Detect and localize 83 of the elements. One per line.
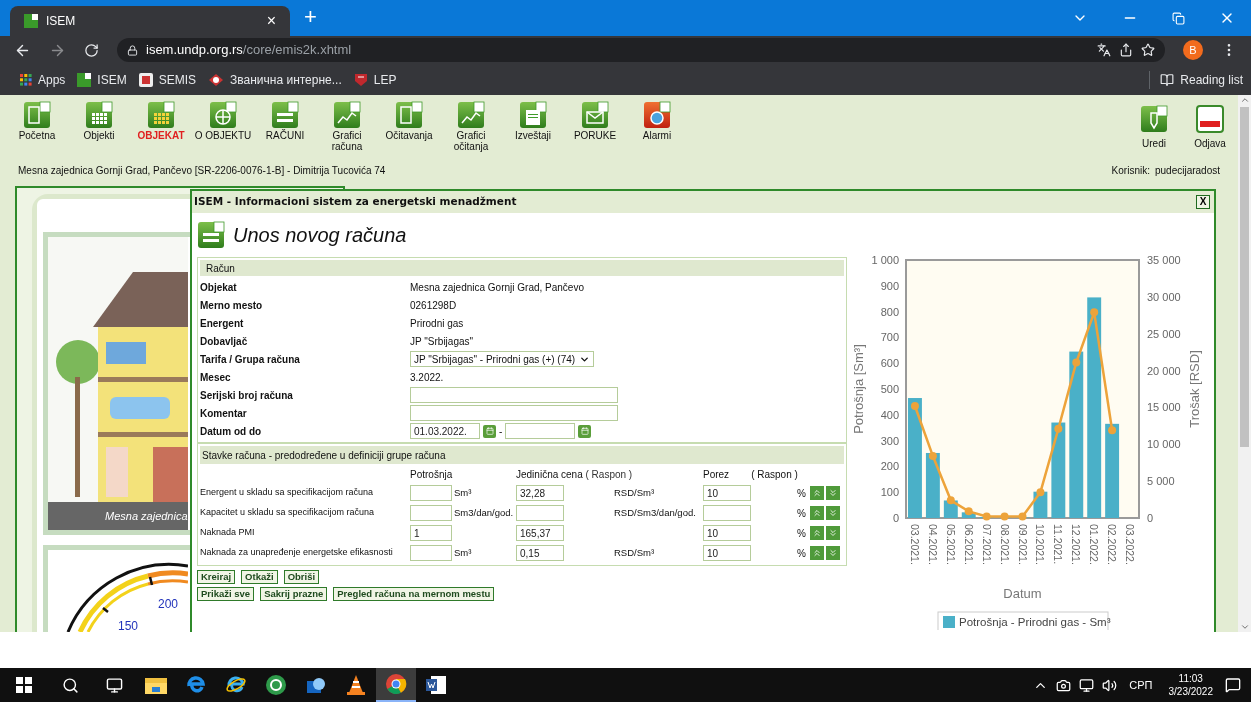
y-tick-label: 600 xyxy=(880,357,899,370)
section-title: Račun xyxy=(206,261,235,276)
page-heading: Unos novog računa xyxy=(233,223,407,248)
unit-label: Sm³ xyxy=(454,545,472,560)
y-tick-label: 0 xyxy=(1147,512,1154,524)
location-text: Mesna zajednica Gornji Grad, Pančevo [SR-2206-0076-1-B] - Dimitrija Tucovića 74 xyxy=(18,163,386,178)
y-tick-label: 500 xyxy=(880,383,899,395)
field-value: Mesna zajednica Gornji Grad, Pančevo xyxy=(410,280,584,295)
url-text: isem.undp.org.rs/core/emis2k.xhtml xyxy=(146,41,352,60)
y-tick-label: 400 xyxy=(880,408,899,421)
field-label: Merno mesto xyxy=(200,298,264,313)
section-title: Stavke računa - predodređene u definiciji grupe računa xyxy=(202,448,446,463)
y-tick-label: 25 000 xyxy=(1147,327,1181,340)
field-label: Dobavljač xyxy=(200,334,249,349)
unit-label: Sm³ xyxy=(454,485,472,500)
unit-label: % xyxy=(797,486,806,501)
field-label: Energent xyxy=(200,316,245,331)
unit-label: RSD/Sm³ xyxy=(614,545,655,560)
legend-label: Potrošnja - Prirodni gas - Sm³ xyxy=(959,616,1111,628)
y-tick-label: 35 000 xyxy=(1147,254,1181,266)
unit-label: % xyxy=(797,546,806,561)
x-tick-label: 04.2021. xyxy=(926,524,939,565)
dialog-title: ISEM - Informacioni sistem za energetski menadžment xyxy=(194,194,517,210)
column-header: Porez xyxy=(703,468,730,482)
y-tick-label: 300 xyxy=(880,434,899,447)
legend: Potrošnja - Prirodni gas - Sm³ xyxy=(937,611,1111,630)
tab-title: ISEM xyxy=(46,13,77,30)
clock-time: 11:03 xyxy=(1178,672,1203,685)
y-axis-title: Trošak [RSD] xyxy=(1187,350,1202,428)
item-label: Kapacitet u skladu sa specifikacijom računa xyxy=(200,506,375,520)
field-label: Mesec xyxy=(200,370,232,385)
y-tick-label: 10 000 xyxy=(1147,438,1181,451)
column-header: Jedinična cena ( Raspon ) xyxy=(516,468,633,482)
y-tick-label: 900 xyxy=(880,279,899,292)
y-tick-label: 15 000 xyxy=(1147,401,1181,414)
x-tick-label: 03.2021. xyxy=(908,524,921,565)
y-tick-label: 30 000 xyxy=(1147,290,1181,303)
picture-caption: Mesna zajednica xyxy=(105,508,188,524)
gauge-drawing: 200 150 xyxy=(48,550,188,632)
x-tick-label: 02.2022. xyxy=(1106,524,1119,565)
unit-label: RSD/Sm3/dan/god. xyxy=(614,505,696,520)
column-header: Potrošnja xyxy=(410,468,453,482)
y-axis-title: Potrošnja [Sm³] xyxy=(851,344,866,434)
unit-label: % xyxy=(797,506,806,521)
x-tick-label: 06.2021. xyxy=(962,524,975,565)
x-tick-label: 03.2022. xyxy=(1124,524,1137,565)
x-tick-label: 07.2021. xyxy=(980,524,993,565)
y-tick-label: 20 000 xyxy=(1147,364,1181,377)
unit-label: % xyxy=(797,526,806,541)
y-tick-label: 100 xyxy=(880,486,899,499)
unit-label: RSD/Sm³ xyxy=(614,485,655,500)
item-label: Naknada PMI xyxy=(200,526,255,540)
x-axis-title: Datum xyxy=(1003,586,1042,601)
field-value: Prirodni gas xyxy=(410,316,464,331)
x-tick-label: 08.2021. xyxy=(998,524,1011,565)
y-tick-label: 0 xyxy=(892,512,899,524)
y-tick-label: 5 000 xyxy=(1147,475,1175,488)
field-value: JP "Srbijagas" xyxy=(410,334,474,349)
unit-label: Sm3/dan/god. xyxy=(454,505,514,520)
user-label: Korisnik: xyxy=(1111,163,1150,178)
x-tick-label: 11.2021. xyxy=(1052,524,1065,565)
user-name: pudecijaradost xyxy=(1154,163,1220,178)
x-tick-label: 09.2021. xyxy=(1016,524,1029,565)
x-tick-label: 05.2021. xyxy=(944,524,957,565)
field-label: Serijski broj računa xyxy=(200,388,294,403)
field-label: Objekat xyxy=(200,280,238,295)
field-value: 0261298D xyxy=(410,298,457,313)
field-label: Datum od do xyxy=(200,424,263,439)
x-tick-label: 01.2022. xyxy=(1088,524,1101,565)
x-tick-label: 10.2021. xyxy=(1034,524,1047,565)
y-tick-label: 800 xyxy=(880,305,899,318)
y-tick-label: 200 xyxy=(880,460,899,473)
y-tick-label: 700 xyxy=(880,331,899,344)
field-label: Komentar xyxy=(200,406,248,421)
date-separator: - xyxy=(499,424,503,439)
clock-date: 3/23/2022 xyxy=(1168,685,1213,698)
item-label: Naknada za unapređenje energetske efikasnosti xyxy=(200,546,393,560)
field-label: Tarifa / Grupa računa xyxy=(200,352,301,367)
field-value: 3.2022. xyxy=(410,370,444,385)
y-tick-label: 1 000 xyxy=(871,254,899,266)
x-tick-label: 12.2021. xyxy=(1070,524,1083,565)
column-header: ( Raspon ) xyxy=(751,468,798,482)
item-label: Energent u skladu sa specifikacijom računa xyxy=(200,486,374,500)
